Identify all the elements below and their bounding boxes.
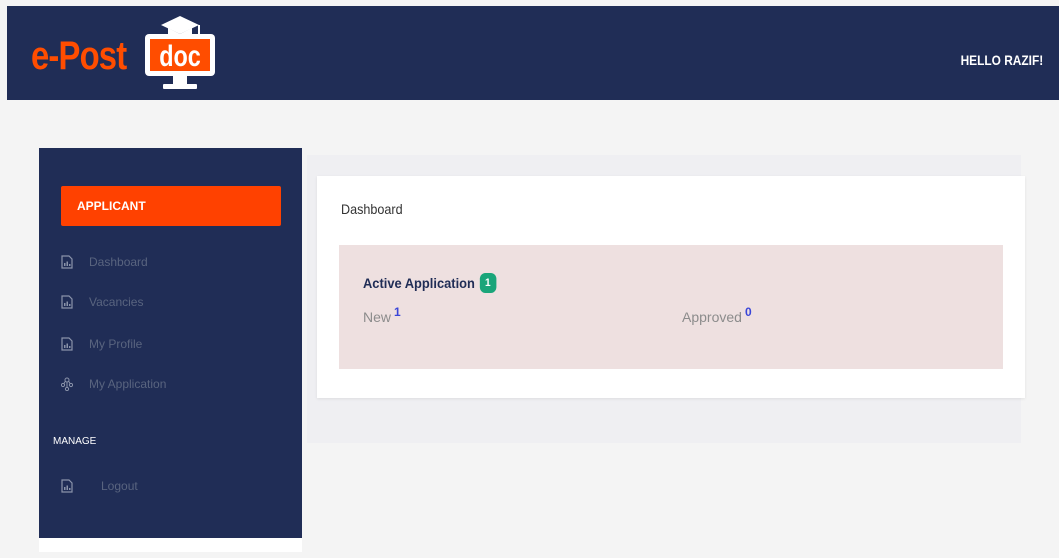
monitor-graduation-cap-icon: doc: [145, 16, 215, 89]
sidebar-item-vacancies[interactable]: Vacancies: [61, 292, 143, 312]
sidebar-item-my-profile[interactable]: My Profile: [61, 334, 142, 354]
sidebar-footer: [39, 538, 302, 552]
active-application-heading[interactable]: Active Application 1: [363, 273, 497, 293]
sidebar-item-label: Vacancies: [89, 295, 144, 309]
logo-suffix-text: doc: [159, 39, 201, 72]
logo-text: e-Post: [31, 34, 127, 78]
role-button[interactable]: APPLICANT: [61, 186, 281, 226]
sidebar-item-label: Dashboard: [89, 255, 148, 269]
stat-new-label: New: [363, 309, 392, 325]
sidebar-item-my-application[interactable]: My Application: [61, 374, 166, 394]
sidebar-item-label: Logout: [101, 479, 138, 493]
count-badge: 1: [479, 273, 497, 293]
document-icon: [61, 479, 73, 493]
network-icon: [61, 377, 73, 391]
stat-new: New 1: [363, 306, 401, 325]
sidebar-item-label: My Profile: [89, 337, 143, 351]
active-application-panel: Active Application 1 New 1 Approved 0: [339, 245, 1003, 369]
sidebar-item-logout[interactable]: Logout: [61, 476, 138, 496]
user-greeting[interactable]: HELLO RAZIF!: [960, 52, 1043, 68]
sidebar: APPLICANT Dashboard Vacancies My Profile…: [39, 148, 302, 538]
sidebar-item-dashboard[interactable]: Dashboard: [61, 252, 148, 272]
stat-approved-label: Approved: [682, 309, 742, 325]
page-title: Dashboard: [341, 201, 403, 217]
document-icon: [61, 337, 73, 351]
active-application-title: Active Application: [363, 275, 475, 291]
document-icon: [61, 255, 73, 269]
stat-approved: Approved 0: [682, 306, 752, 325]
stat-new-count[interactable]: 1: [394, 305, 401, 319]
top-header: e-Post doc HELLO RAZIF!: [7, 6, 1059, 100]
dashboard-card: Dashboard Active Application 1 New 1 Appr…: [317, 176, 1025, 398]
sidebar-item-label: My Application: [89, 377, 167, 391]
document-icon: [61, 295, 73, 309]
section-label-manage: MANAGE: [53, 436, 97, 447]
stat-approved-count[interactable]: 0: [745, 305, 752, 319]
app-logo[interactable]: e-Post doc: [31, 14, 215, 89]
